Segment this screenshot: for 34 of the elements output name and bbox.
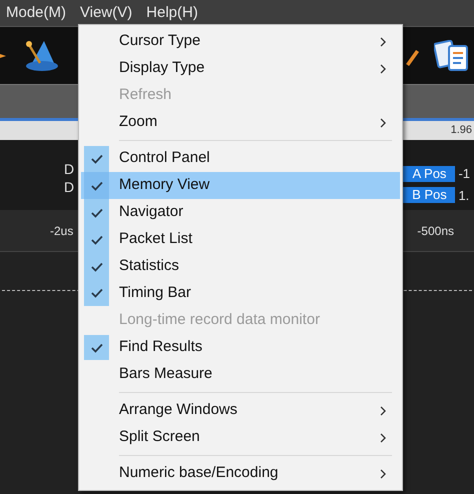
tick-label: -500ns [417,222,454,240]
menu-item[interactable]: Packet List [81,226,400,253]
menu-item[interactable]: Display Type [81,55,400,82]
chevron-right-icon [380,64,386,74]
wizard-hat-icon[interactable] [24,38,60,72]
strip-value: 1.96 [450,123,472,138]
menu-item[interactable]: Bars Measure [81,361,400,388]
menu-bar-item[interactable]: View(V) [80,2,132,24]
chevron-right-icon [380,37,386,47]
menu-item[interactable]: Memory View [81,172,400,199]
chevron-right-icon [380,406,386,416]
menu-item[interactable]: Control Panel [81,145,400,172]
menu-item[interactable]: Find Results [81,334,400,361]
menu-item[interactable]: Navigator [81,199,400,226]
menu-item[interactable]: Zoom [81,109,400,136]
menu-bar-item[interactable]: Help(H) [146,2,198,24]
chevron-right-icon [380,469,386,479]
menu-item[interactable]: Numeric base/Encoding [81,460,400,487]
tick-label: -2us [50,222,74,240]
position-value: -1 [458,165,470,183]
cursor-label: D [64,160,74,178]
menu-item[interactable]: Cursor Type [81,28,400,55]
menu-bar-item[interactable]: Mode(M) [6,2,66,24]
position-tag[interactable]: B Pos [403,187,456,204]
chevron-right-icon [380,118,386,128]
position-value: 1. [458,186,470,204]
position-tag[interactable]: A Pos [403,166,456,182]
menu-item[interactable]: Split Screen [81,424,400,451]
menu-item[interactable]: Arrange Windows [81,397,400,424]
menu-item[interactable]: Timing Bar [81,280,400,307]
documents-icon[interactable] [434,40,470,72]
chevron-right-icon [380,433,386,443]
cursor-label: D [64,178,74,196]
menu-item[interactable]: Statistics [81,253,400,280]
